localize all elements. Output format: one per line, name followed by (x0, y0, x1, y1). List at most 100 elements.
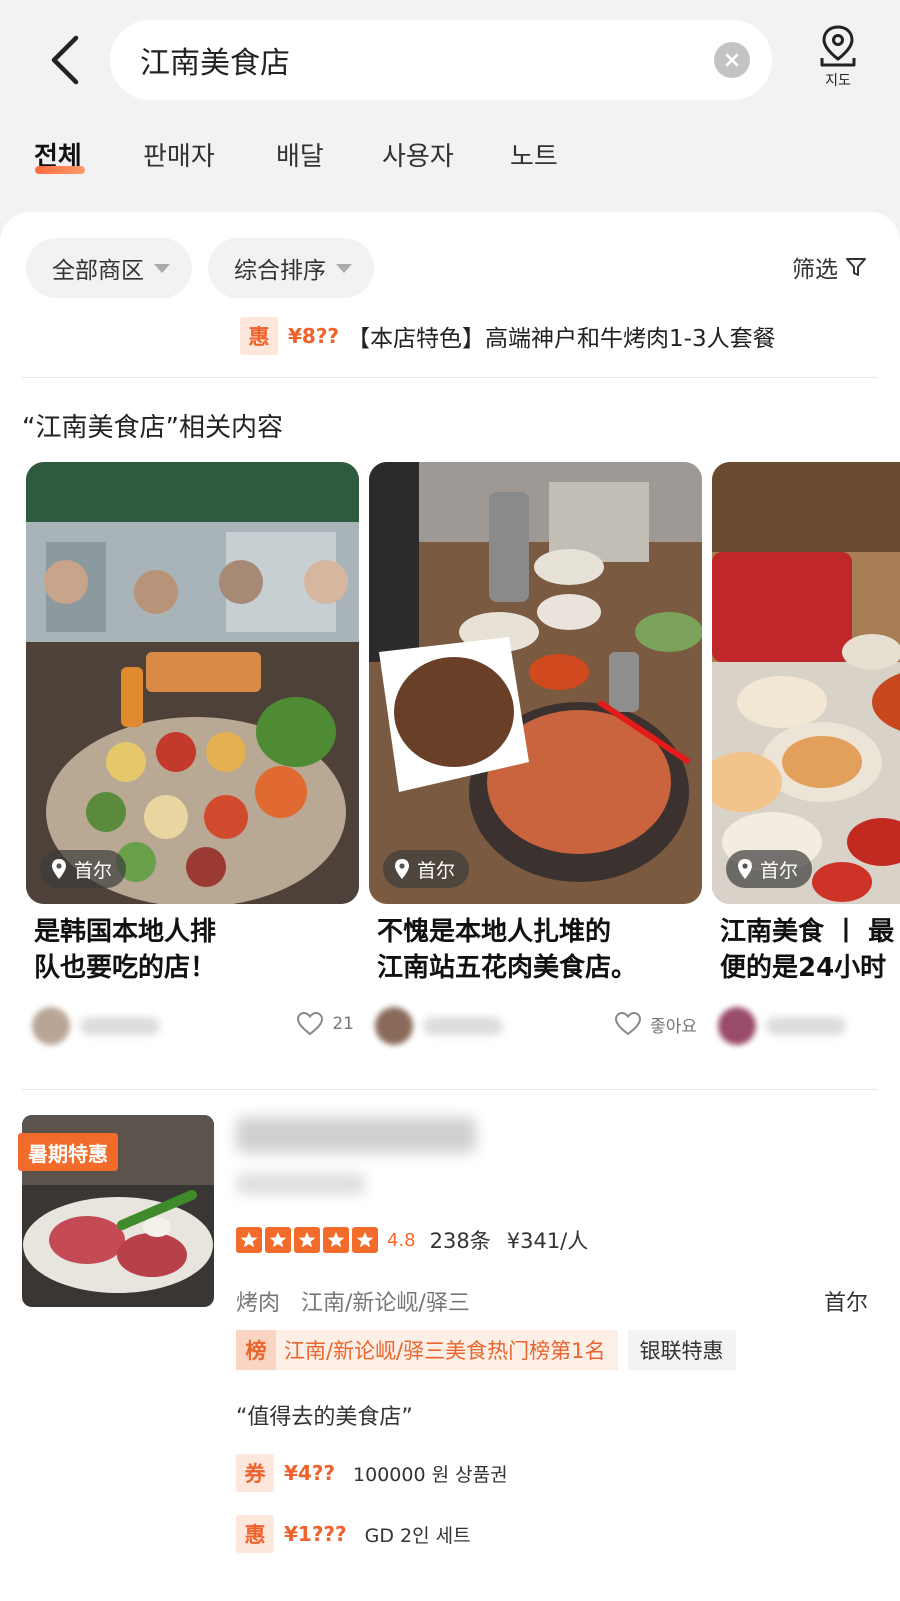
card-title-line: 不愧是本地人扎堆的 (377, 917, 612, 947)
shop-city: 首尔 (823, 1291, 868, 1316)
search-input[interactable]: 江南美食店 (110, 20, 772, 100)
deal-item[interactable]: 惠 ¥1??? GD 2인 세트 (236, 1514, 471, 1554)
location-text: 首尔 (417, 859, 456, 882)
rating-score: 4.8 (387, 1229, 416, 1251)
avatar[interactable] (718, 1007, 756, 1045)
tag-row: 榜 江南/新论岘/驿三美食热门榜第1名 银联特惠 (236, 1330, 736, 1370)
tab-notes[interactable]: 노트 (510, 136, 558, 173)
sort-label: 综合排序 (234, 258, 326, 284)
top-promo[interactable]: 惠 ¥8?? 【本店特色】高端神户和牛烤肉1-3人套餐 (240, 316, 776, 356)
shop-name-blurred (236, 1117, 476, 1153)
card-photo (712, 462, 900, 904)
rating-row: 4.8 238条 ¥341/人 (236, 1225, 588, 1255)
shop-category: 烤肉 (236, 1291, 281, 1316)
review-count: 238条 (429, 1229, 491, 1253)
shop-area: 江南/新论岘/驿三 (301, 1291, 470, 1316)
card-title: 不愧是本地人扎堆的 江南站五花肉美食店。 (377, 914, 699, 986)
star-icon (323, 1227, 349, 1253)
location-tag: 首尔 (726, 850, 813, 888)
price-per-person: ¥341/人 (506, 1229, 589, 1253)
funnel-icon (846, 258, 866, 276)
shop-subtitle-blurred (236, 1173, 366, 1195)
map-button[interactable]: 지도 (808, 24, 868, 94)
username-blurred (766, 1017, 846, 1035)
star-icon (265, 1227, 291, 1253)
avatar[interactable] (375, 1007, 413, 1045)
card-title-line: 是韩国本地人排 (34, 917, 217, 947)
card-title-line: 江南美食 丨 最 (720, 917, 895, 947)
card-title: 是韩国本地人排 队也要吃的店！ (34, 914, 356, 986)
promo-price: ¥8?? (288, 324, 340, 348)
unionpay-tag: 银联特惠 (627, 1330, 736, 1370)
star-icon (294, 1227, 320, 1253)
clear-search-button[interactable] (714, 42, 750, 78)
summer-sale-badge: 暑期特惠 (18, 1133, 118, 1171)
heart-icon (297, 1011, 324, 1036)
location-text: 首尔 (760, 859, 799, 882)
discount-badge: 惠 (240, 317, 278, 355)
filter-label: 筛选 (792, 257, 838, 283)
card-photo (26, 462, 359, 904)
location-tag: 首尔 (383, 850, 470, 888)
divider (22, 377, 878, 378)
card-footer: 좋아요 (375, 1007, 697, 1047)
ranking-tag[interactable]: 榜 江南/新论岘/驿三美食热门榜第1名 (236, 1330, 618, 1370)
deal-text: GD 2인 세트 (364, 1524, 471, 1547)
deal-price: ¥1??? (284, 1522, 347, 1546)
shop-meta: 烤肉 江南/新论岘/驿三 首尔 (236, 1285, 868, 1317)
card-footer (718, 1007, 900, 1047)
coupon-badge: 券 (236, 1454, 274, 1492)
like-button[interactable]: 좋아요 (614, 1011, 697, 1037)
area-filter-label: 全部商区 (52, 258, 144, 284)
card-title-line: 便的是24小时 (720, 953, 887, 983)
ranking-badge: 榜 (236, 1330, 276, 1370)
top-bar: 江南美食店 지도 (0, 0, 900, 120)
active-tab-indicator (35, 166, 85, 174)
related-card[interactable]: 首尔 不愧是本地人扎堆的 江南站五花肉美食店。 좋아요 (369, 462, 702, 1052)
related-card[interactable]: 首尔 是韩国本地人排 队也要吃的店！ 21 (26, 462, 359, 1052)
chevron-down-icon (336, 263, 352, 273)
location-pin-icon (52, 859, 66, 879)
map-pin-icon (820, 25, 856, 67)
promo-text: 【本店特色】高端神户和牛烤肉1-3人套餐 (347, 326, 776, 352)
close-icon (725, 53, 739, 67)
tab-delivery[interactable]: 배달 (276, 136, 324, 173)
map-label: 지도 (825, 73, 851, 89)
heart-icon (615, 1011, 642, 1036)
like-button[interactable]: 21 (296, 1011, 354, 1037)
card-title-line: 江南站五花肉美食店。 (377, 953, 638, 983)
location-pin-icon (738, 859, 752, 879)
shop-listing[interactable]: 暑期特惠 4.8 238条 ¥341/人 烤肉 江南/新论岘/驿三 首尔 榜 江… (0, 1107, 900, 1601)
card-title: 江南美食 丨 最 便的是24小时 (720, 914, 900, 986)
star-icon (352, 1227, 378, 1253)
shop-quote: “值得去的美食店” (236, 1405, 413, 1430)
deal-text: 100000 원 상품권 (353, 1463, 508, 1486)
search-query: 江南美食店 (140, 46, 290, 81)
sort-dropdown[interactable]: 综合排序 (208, 238, 374, 298)
divider (22, 1089, 878, 1090)
search-tabs: 전체 판매자 배달 사용자 노트 (0, 128, 900, 188)
username-blurred (80, 1017, 160, 1035)
card-photo (369, 462, 702, 904)
like-count: 좋아요 (650, 1016, 697, 1037)
area-filter-dropdown[interactable]: 全部商区 (26, 238, 192, 298)
card-title-line: 队也要吃的店！ (34, 953, 217, 983)
filter-button[interactable]: 筛选 (792, 250, 868, 284)
related-section-title: “江南美食店”相关内容 (22, 413, 283, 443)
like-count: 21 (332, 1014, 354, 1034)
ranking-text: 江南/新论岘/驿三美食热门榜第1名 (284, 1339, 606, 1363)
tab-users[interactable]: 사용자 (382, 136, 454, 173)
deal-price: ¥4?? (284, 1461, 336, 1485)
location-tag: 首尔 (40, 850, 127, 888)
star-icon (236, 1227, 262, 1253)
related-card[interactable]: 首尔 江南美食 丨 最 便的是24小时 (712, 462, 900, 1052)
location-pin-icon (395, 859, 409, 879)
back-button[interactable] (40, 30, 90, 90)
location-text: 首尔 (74, 859, 113, 882)
results-panel: 全部商区 综合排序 筛选 惠 ¥8?? 【本店特色】高端神户和牛烤肉1-3人套餐… (0, 212, 900, 1601)
back-arrow-icon (51, 35, 79, 85)
deal-item[interactable]: 券 ¥4?? 100000 원 상품권 (236, 1453, 508, 1493)
tab-sellers[interactable]: 판매자 (143, 136, 215, 173)
card-footer: 21 (32, 1007, 354, 1047)
avatar[interactable] (32, 1007, 70, 1045)
